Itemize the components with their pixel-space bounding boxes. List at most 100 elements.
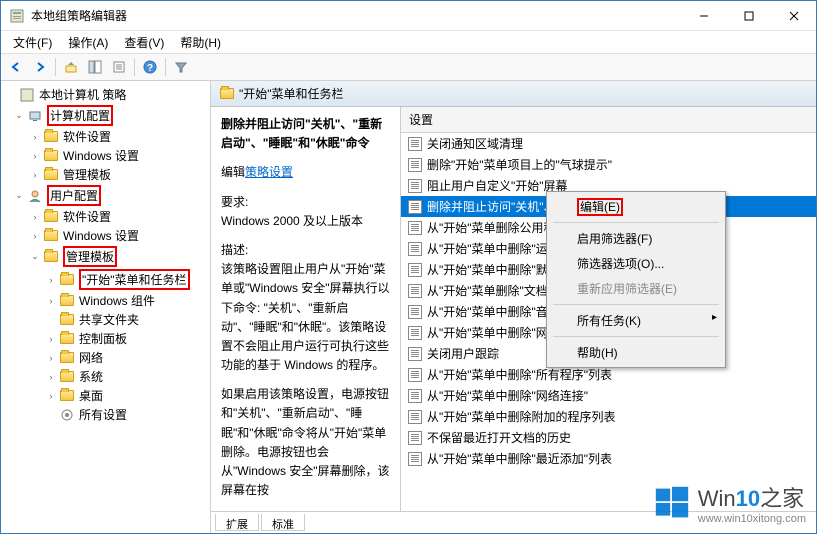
expander-icon[interactable]: › xyxy=(45,390,57,402)
tab-standard[interactable]: 标准 xyxy=(261,514,305,531)
policy-list[interactable]: 设置 关闭通知区域清理删除"开始"菜单项目上的"气球提示"阻止用户自定义"开始"… xyxy=(401,107,816,511)
tree-item[interactable]: › Windows 设置 xyxy=(1,146,210,165)
forward-button[interactable] xyxy=(29,56,51,78)
up-button[interactable] xyxy=(60,56,82,78)
titlebar: 本地组策略编辑器 xyxy=(1,1,816,31)
menu-action[interactable]: 操作(A) xyxy=(60,32,116,53)
policy-list-row[interactable]: 关闭通知区域清理 xyxy=(401,133,816,154)
detail-header: "开始"菜单和任务栏 xyxy=(211,81,816,107)
expander-icon[interactable]: ⌄ xyxy=(13,110,25,122)
tree-computer-config[interactable]: ⌄ 计算机配置 xyxy=(1,104,210,127)
folder-icon xyxy=(59,350,75,366)
folder-icon xyxy=(59,388,75,404)
maximize-button[interactable] xyxy=(726,1,771,31)
tree-pane[interactable]: 本地计算机 策略 ⌄ 计算机配置 › 软件设置 › Windows 设置 › 管理模板… xyxy=(1,81,211,533)
tree-item[interactable]: ›软件设置 xyxy=(1,127,210,146)
folder-icon xyxy=(59,293,75,309)
policy-item-icon xyxy=(407,241,423,257)
policy-list-row[interactable]: 不保留最近打开文档的历史 xyxy=(401,427,816,448)
tree-item[interactable]: › 管理模板 xyxy=(1,165,210,184)
detail-header-title: "开始"菜单和任务栏 xyxy=(239,85,344,102)
policy-item-icon xyxy=(407,304,423,320)
expander-icon[interactable]: › xyxy=(45,274,57,286)
watermark-url: www.win10xitong.com xyxy=(698,513,806,525)
expander-icon[interactable]: › xyxy=(45,352,57,364)
ctx-help[interactable]: 帮助(H) xyxy=(549,340,723,365)
policy-root-icon xyxy=(19,87,35,103)
back-button[interactable] xyxy=(5,56,27,78)
tree-label: 系统 xyxy=(79,368,103,385)
export-list-button[interactable] xyxy=(108,56,130,78)
show-hide-tree-button[interactable] xyxy=(84,56,106,78)
description-body: 该策略设置阻止用户从"开始"菜单或"Windows 安全"屏幕执行以下命令: "… xyxy=(221,260,390,375)
menu-file[interactable]: 文件(F) xyxy=(5,32,60,53)
policy-list-row[interactable]: 删除"开始"菜单项目上的"气球提示" xyxy=(401,154,816,175)
tree-item[interactable]: › 控制面板 xyxy=(1,329,210,348)
expander-icon[interactable]: › xyxy=(29,169,41,181)
tree-label: 软件设置 xyxy=(63,208,111,225)
tree-user-config[interactable]: ⌄ 用户配置 xyxy=(1,184,210,207)
tree-item[interactable]: ›桌面 xyxy=(1,386,210,405)
filter-button[interactable] xyxy=(170,56,192,78)
menu-view[interactable]: 查看(V) xyxy=(116,32,172,53)
tree-label: 本地计算机 策略 xyxy=(39,86,126,103)
tree-label: Windows 设置 xyxy=(63,147,139,164)
expander-icon[interactable]: › xyxy=(29,230,41,242)
user-icon xyxy=(27,188,43,204)
tree-item[interactable]: › 网络 xyxy=(1,348,210,367)
policy-list-label: 从"开始"菜单中删除附加的程序列表 xyxy=(427,408,616,425)
window-title: 本地组策略编辑器 xyxy=(31,7,681,24)
policy-list-row[interactable]: 从"开始"菜单中删除"最近添加"列表 xyxy=(401,448,816,469)
tree-admin-templates[interactable]: ⌄管理模板 xyxy=(1,245,210,268)
app-window: 本地组策略编辑器 文件(F) 操作(A) 查看(V) 帮助(H) ? xyxy=(0,0,817,534)
minimize-button[interactable] xyxy=(681,1,726,31)
expander-icon[interactable]: › xyxy=(29,131,41,143)
menu-help[interactable]: 帮助(H) xyxy=(172,32,229,53)
policy-item-icon xyxy=(407,220,423,236)
help-button[interactable]: ? xyxy=(139,56,161,78)
close-button[interactable] xyxy=(771,1,816,31)
policy-item-icon xyxy=(407,199,423,215)
policy-settings-link[interactable]: 策略设置 xyxy=(245,165,293,179)
tree-label: 网络 xyxy=(79,349,103,366)
tree-item[interactable]: 所有设置 xyxy=(1,405,210,424)
ctx-filter-on[interactable]: 启用筛选器(F) xyxy=(549,226,723,251)
expander-icon[interactable]: › xyxy=(29,211,41,223)
tree-start-taskbar[interactable]: ›"开始"菜单和任务栏 xyxy=(1,268,210,291)
tree-item[interactable]: › 系统 xyxy=(1,367,210,386)
list-header-settings[interactable]: 设置 xyxy=(401,107,816,133)
window-controls xyxy=(681,1,816,30)
expander-icon[interactable]: › xyxy=(45,295,57,307)
context-menu: 编辑(E) 启用筛选器(F) 筛选器选项(O)... 重新应用筛选器(E) 所有… xyxy=(546,191,726,368)
ctx-all-tasks[interactable]: 所有任务(K) xyxy=(549,308,723,333)
tree-item[interactable]: ›Windows 设置 xyxy=(1,226,210,245)
expander-icon[interactable]: ⌄ xyxy=(29,251,41,263)
tree-item[interactable]: 共享文件夹 xyxy=(1,310,210,329)
folder-icon xyxy=(43,167,59,183)
tab-extended[interactable]: 扩展 xyxy=(215,514,259,531)
ctx-edit[interactable]: 编辑(E) xyxy=(549,194,723,219)
tree-label: 计算机配置 xyxy=(47,105,113,126)
tree-item[interactable]: › 软件设置 xyxy=(1,207,210,226)
expander-icon[interactable]: › xyxy=(45,333,57,345)
policy-title: 删除并阻止访问"关机"、"重新启动"、"睡眠"和"休眠"命令 xyxy=(221,115,390,153)
expander-icon[interactable]: ⌄ xyxy=(13,190,25,202)
policy-item-icon xyxy=(407,157,423,173)
toolbar: ? xyxy=(1,53,816,81)
policy-list-label: 关闭通知区域清理 xyxy=(427,135,523,152)
policy-list-row[interactable]: 从"开始"菜单中删除附加的程序列表 xyxy=(401,406,816,427)
ctx-filter-options[interactable]: 筛选器选项(O)... xyxy=(549,251,723,276)
requirements-label: 要求: xyxy=(221,193,390,212)
tree-label: 管理模板 xyxy=(63,166,111,183)
policy-list-row[interactable]: 从"开始"菜单中删除"网络连接" xyxy=(401,385,816,406)
menubar: 文件(F) 操作(A) 查看(V) 帮助(H) xyxy=(1,31,816,53)
expander-icon[interactable]: › xyxy=(45,371,57,383)
policy-list-label: 不保留最近打开文档的历史 xyxy=(427,429,571,446)
policy-item-icon xyxy=(407,136,423,152)
tree-label: 控制面板 xyxy=(79,330,127,347)
tree-root[interactable]: 本地计算机 策略 xyxy=(1,85,210,104)
tree-item[interactable]: ›Windows 组件 xyxy=(1,291,210,310)
policy-item-icon xyxy=(407,451,423,467)
description-column: 删除并阻止访问"关机"、"重新启动"、"睡眠"和"休眠"命令 编辑策略设置 要求… xyxy=(211,107,401,511)
expander-icon[interactable]: › xyxy=(29,150,41,162)
